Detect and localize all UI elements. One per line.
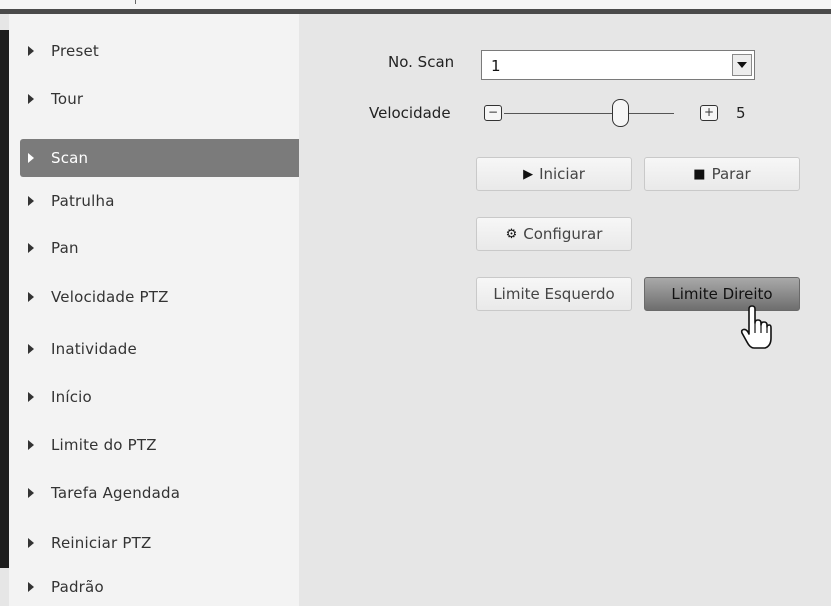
sidebar-item-label: Inatividade [51,340,137,358]
top-bar-mark [135,0,136,4]
sidebar-item-padrao[interactable]: Padrão [20,572,299,606]
top-bar [0,0,831,14]
sidebar-item-reiniciar-ptz[interactable]: Reiniciar PTZ [20,528,299,566]
sidebar-item-label: Velocidade PTZ [51,288,169,306]
caret-right-icon [28,582,34,592]
scan-number-select[interactable]: 1 [481,50,755,80]
start-scan-button[interactable]: ▶ Iniciar [476,157,632,191]
sidebar-item-inicio[interactable]: Início [20,382,299,420]
caret-right-icon [28,392,34,402]
speed-decrease-button[interactable]: − [484,105,502,121]
sidebar-item-pan[interactable]: Pan [20,233,299,271]
configure-button[interactable]: ⚙ Configurar [476,217,632,251]
sidebar-item-limite-do-ptz[interactable]: Limite do PTZ [20,430,299,468]
caret-right-icon [28,196,34,206]
sidebar-item-label: Tour [51,90,84,108]
sidebar-item-patrulha[interactable]: Patrulha [20,186,299,224]
speed-slider-thumb[interactable] [612,99,629,127]
caret-right-icon [28,153,34,163]
sidebar-item-inatividade[interactable]: Inatividade [20,334,299,372]
gear-icon: ⚙ [505,226,518,242]
sidebar-item-label: Reiniciar PTZ [51,534,152,552]
caret-right-icon [28,94,34,104]
left-edge [0,30,9,568]
sidebar-item-label: Scan [51,149,89,167]
sidebar-item-scan[interactable]: Scan [20,139,299,177]
speed-value: 5 [736,104,746,122]
sidebar-item-label: Tarefa Agendada [51,484,181,502]
caret-right-icon [28,538,34,548]
stop-scan-button[interactable]: ■ Parar [644,157,800,191]
caret-right-icon [28,344,34,354]
sidebar-item-label: Preset [51,42,99,60]
sidebar-item-preset[interactable]: Preset [20,36,299,74]
stop-scan-label: Parar [711,165,751,183]
ptz-sidebar: Preset Tour Scan Patrulha Pan Velocidade… [9,14,299,606]
sidebar-item-tarefa-agendada[interactable]: Tarefa Agendada [20,478,299,516]
right-limit-label: Limite Direito [671,285,773,303]
caret-right-icon [28,243,34,253]
sidebar-item-label: Pan [51,239,79,257]
configure-label: Configurar [523,225,603,243]
chevron-down-icon[interactable] [732,54,752,76]
stop-icon: ■ [693,166,706,182]
caret-right-icon [28,488,34,498]
speed-label: Velocidade [369,104,451,122]
caret-right-icon [28,440,34,450]
scan-number-label: No. Scan [388,53,455,71]
sidebar-item-label: Patrulha [51,192,115,210]
left-limit-button[interactable]: Limite Esquerdo [476,277,632,311]
sidebar-item-label: Início [51,388,92,406]
scan-number-value: 1 [491,57,501,75]
caret-right-icon [28,292,34,302]
right-limit-button[interactable]: Limite Direito [644,277,800,311]
sidebar-item-tour[interactable]: Tour [20,84,299,122]
sidebar-item-label: Padrão [51,578,104,596]
play-icon: ▶ [523,166,534,182]
left-limit-label: Limite Esquerdo [493,285,615,303]
sidebar-item-label: Limite do PTZ [51,436,157,454]
caret-right-icon [28,46,34,56]
sidebar-item-velocidade-ptz[interactable]: Velocidade PTZ [20,282,299,320]
hand-cursor-icon [740,305,772,349]
start-scan-label: Iniciar [539,165,585,183]
speed-slider-track[interactable] [504,113,674,114]
speed-increase-button[interactable]: + [700,105,718,121]
